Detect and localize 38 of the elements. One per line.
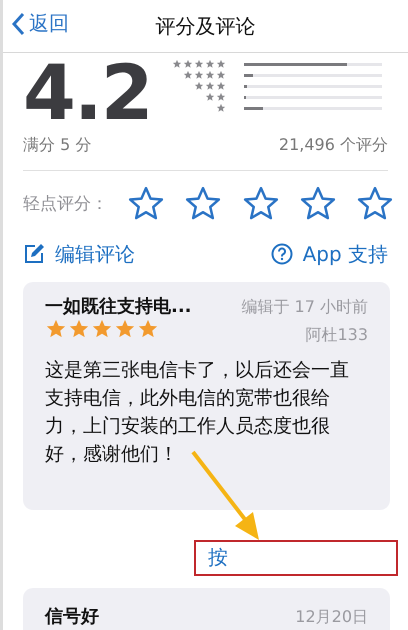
small-star-icon — [204, 70, 215, 80]
back-button[interactable]: 返回 — [11, 10, 69, 37]
small-star-icon — [216, 59, 226, 69]
small-star-icon — [194, 70, 204, 80]
small-star-icon — [216, 70, 226, 80]
small-star-icon — [216, 92, 226, 102]
button-label: 按 — [208, 544, 228, 572]
star-icon — [68, 318, 90, 340]
max-score-text: 满分 5 分 — [23, 134, 92, 156]
small-star-icon — [172, 59, 182, 69]
chevron-left-icon — [11, 12, 25, 36]
tap-to-rate-label: 轻点评分： — [23, 193, 108, 216]
small-star-icon — [216, 81, 226, 91]
rating-count: 21,496 个评分 — [278, 134, 388, 156]
small-star-icon — [194, 59, 204, 69]
edit-review-button[interactable]: 编辑评论 — [23, 240, 135, 268]
page-title: 评分及评论 — [156, 12, 256, 40]
review-author: 阿杜133 — [305, 324, 368, 346]
app-support-button[interactable]: App 支持 — [270, 240, 388, 268]
review-date: 编辑于 17 小时前 — [241, 296, 368, 318]
small-star-icon — [204, 81, 215, 91]
small-star-icon — [182, 59, 193, 69]
small-star-icon — [204, 59, 215, 69]
small-star-icon — [204, 92, 215, 102]
review-title: 信号好 — [45, 604, 99, 628]
star-icon — [137, 318, 159, 340]
help-icon — [270, 243, 293, 266]
review-title: 一如既往支持电... — [45, 294, 192, 318]
star-icon — [45, 318, 67, 340]
star-icon — [91, 318, 113, 340]
average-score: 4.2 — [23, 53, 152, 133]
star-icon — [114, 318, 136, 340]
small-star-icon — [182, 70, 193, 80]
review-date: 12月20日 — [295, 606, 368, 628]
edit-icon — [23, 243, 45, 266]
small-star-icon — [216, 103, 226, 113]
small-star-icon — [194, 81, 204, 91]
review-text: 这是第三张电信卡了，以后还会一直支持电信，此外电信的宽带也很给力，上门安装的工作人员态度也很好，感谢他们！ — [45, 358, 350, 467]
